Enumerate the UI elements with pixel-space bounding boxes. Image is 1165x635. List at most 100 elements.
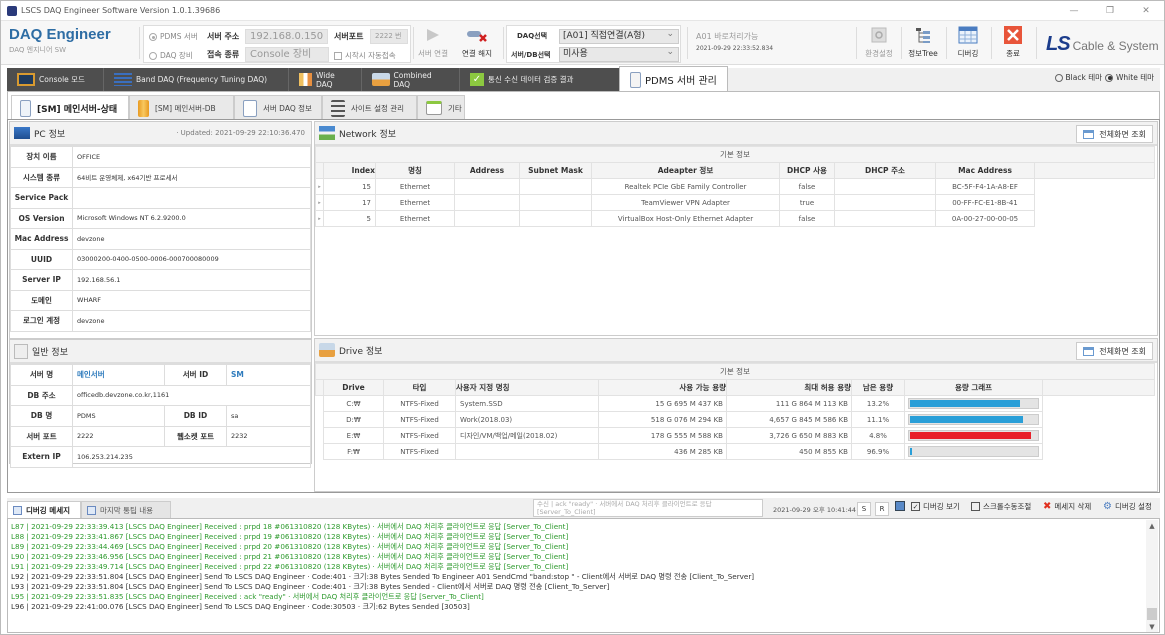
drive-drive-cell: F:₩ [323,443,384,460]
server-addr-input[interactable]: 192.168.0.150 [245,29,328,44]
column-header[interactable]: Index [323,162,376,179]
column-header[interactable]: 타입 [383,379,456,396]
table-row[interactable]: ▸ 15 Ethernet Realtek PCIe GbE Family Contr… [315,178,1155,195]
pc-info-value: WHARF [72,289,311,311]
column-header[interactable]: Subnet Mask [519,162,592,179]
table-row: Mac Address devzone [10,228,311,250]
tab-wide-daq[interactable]: Wide DAQ [289,68,362,91]
radio-pdms-server[interactable]: PDMS 서버 [149,31,198,42]
table-cell [454,178,520,195]
row-selector-icon[interactable]: ▸ [315,194,324,211]
subtab-server-daq-info[interactable]: 서버 DAQ 정보 [234,95,322,120]
disconnect-button[interactable]: 연결 해지 [457,25,497,59]
column-header[interactable]: 사용자 지정 명칭 [455,379,599,396]
column-header[interactable]: 남은 용량 [851,379,905,396]
settings-button[interactable]: 환경설정 [859,25,899,59]
group-header: 기본 정보 [315,363,1155,380]
network-table: 기본 정보 Index 명칭 Address Subnet Mask Adeapter 정… [315,146,1155,227]
close-window-button[interactable]: ✕ [1128,1,1164,21]
column-header[interactable]: Mac Address [935,162,1035,179]
log-line: L96 | 2021-09-29 22:41:00.076 [LSCS DAQ … [11,602,470,611]
server-port-input[interactable]: 2222 번 [370,29,408,44]
table-row[interactable]: D:₩ NTFS-Fixed Work(2018.03) 518 G 076 M 29… [316,411,1155,428]
table-cell: 15 [323,178,376,195]
column-header[interactable]: Drive [323,379,384,396]
infotree-label: 정보Tree [908,49,938,58]
filler-cell [1043,412,1155,428]
table-row[interactable]: ▸ 17 Ethernet TeamViewer VPN Adapter true 00-… [315,194,1155,211]
row-selector[interactable] [316,396,324,412]
table-row[interactable]: E:₩ NTFS-Fixed 디자인/VM/백업/메일(2018.02) 178 G … [316,427,1155,444]
subtab-label: [SM] 메인서버-DB [155,103,216,113]
column-header[interactable]: 사용 가능 용량 [598,379,727,396]
s-button[interactable]: S [857,502,871,516]
debug-settings-button[interactable]: ⚙ 디버깅 설정 [1103,501,1152,512]
table-row[interactable]: ▸ 5 Ethernet VirtualBox Host-Only Ethernet … [315,210,1155,227]
column-header[interactable]: 최대 허용 용량 [726,379,852,396]
tab-pdms-server[interactable]: PDMS 서버 관리 [619,66,728,92]
column-header[interactable]: DHCP 사용 [779,162,835,179]
filler-cell [1043,444,1155,460]
daq-select-dropdown[interactable]: [A01] 직접연결(A형) [559,28,679,44]
scroll-thumb[interactable] [1147,608,1157,620]
infotree-button[interactable]: 정보Tree [903,25,943,59]
column-header[interactable]: 명칭 [375,162,455,179]
column-header[interactable]: DHCP 주소 [834,162,936,179]
column-header[interactable]: Address [454,162,520,179]
scroll-up-icon[interactable]: ▲ [1146,522,1158,530]
log-scrollbar[interactable]: ▲ ▼ [1146,520,1158,632]
tab-band-daq[interactable]: Band DAQ (Frequency Tuning DAQ) [104,68,289,91]
conn-type-select[interactable]: Console 장비 [245,47,329,62]
minimize-button[interactable]: — [1056,1,1092,21]
table-row[interactable]: C:₩ NTFS-Fixed System.SSD 15 G 695 M 437 KB… [316,395,1155,412]
tab-verification-result[interactable]: ✓ 통신 수신 데이터 검증 결과 [460,68,620,91]
divider [503,27,504,59]
tab-label: 통신 수신 데이터 검증 결과 [488,75,574,84]
tab-last-comm[interactable]: 마지막 통팁 내용 [81,501,171,518]
row-selector[interactable] [316,412,324,428]
server-db-dropdown[interactable]: 미사용 [559,46,679,62]
divider [687,27,688,59]
drive-icon [372,73,390,86]
show-debug-checkbox[interactable]: ✓ 디버깅 보기 [911,501,960,512]
tab-debug-messages[interactable]: 디버깅 메세지 [7,501,81,518]
pc-info-key: 도메인 [10,289,73,311]
table-row: DB 명 PDMS DB ID sa [10,405,311,427]
auto-connect-checkbox[interactable]: 시작시 자동접속 [334,50,396,61]
connect-button[interactable]: 서버 연결 [415,25,451,59]
table-cell [454,194,520,211]
server-icon [20,99,31,117]
row-selector[interactable] [316,444,324,460]
column-header[interactable]: 용량 그래프 [904,379,1043,396]
drive-title: Drive 정보 [339,346,383,357]
scroll-down-icon[interactable]: ▼ [1146,623,1158,631]
capacity-bar-fill [910,416,1023,423]
title-bar: LSCS DAQ Engineer Software Version 1.0.1… [1,1,1164,21]
drive-fullscreen-button[interactable]: 전체화면 조회 [1076,342,1153,360]
table-row[interactable]: F:₩ NTFS-Fixed 436 M 285 KB 450 M 855 KB 96.… [316,443,1155,460]
subtab-other[interactable]: 기타 [417,95,465,120]
subtab-site-settings[interactable]: 사이트 설정 관리 [322,95,417,120]
row-selector-icon[interactable]: ▸ [315,178,324,195]
tab-combined-daq[interactable]: Combined DAQ [362,68,460,91]
network-fullscreen-button[interactable]: 전체화면 조회 [1076,125,1153,143]
tab-console-mode[interactable]: Console 모드 [7,68,104,91]
radio-black-theme[interactable] [1054,73,1063,82]
subtab-main-server-db[interactable]: [SM] 메인서버-DB [129,95,234,120]
subtab-main-server-status[interactable]: [SM] 메인서버-상태 [11,95,129,120]
radio-daq-device[interactable]: DAQ 장비 [149,50,193,61]
restore-button[interactable]: ❐ [1092,1,1128,21]
drive-panel: Drive 정보 전체화면 조회 기본 정보 Drive 타입 사용자 지정 명칭 사용… [314,338,1158,492]
delete-messages-button[interactable]: ✖ 메세지 삭제 [1043,501,1091,512]
monitor-icon [17,73,35,86]
debug-button[interactable]: 디버깅 [948,25,988,59]
drive-drive-cell: D:₩ [323,411,384,428]
row-selector[interactable] [316,428,324,444]
exit-button[interactable]: 종료 [993,25,1033,59]
save-log-button[interactable] [895,501,905,511]
column-header[interactable]: Adeapter 정보 [591,162,780,179]
r-button[interactable]: R [875,502,889,516]
radio-white-theme[interactable] [1105,73,1113,82]
row-selector-icon[interactable]: ▸ [315,210,324,227]
scroll-manual-checkbox[interactable]: 스크롤수동조절 [971,501,1031,512]
